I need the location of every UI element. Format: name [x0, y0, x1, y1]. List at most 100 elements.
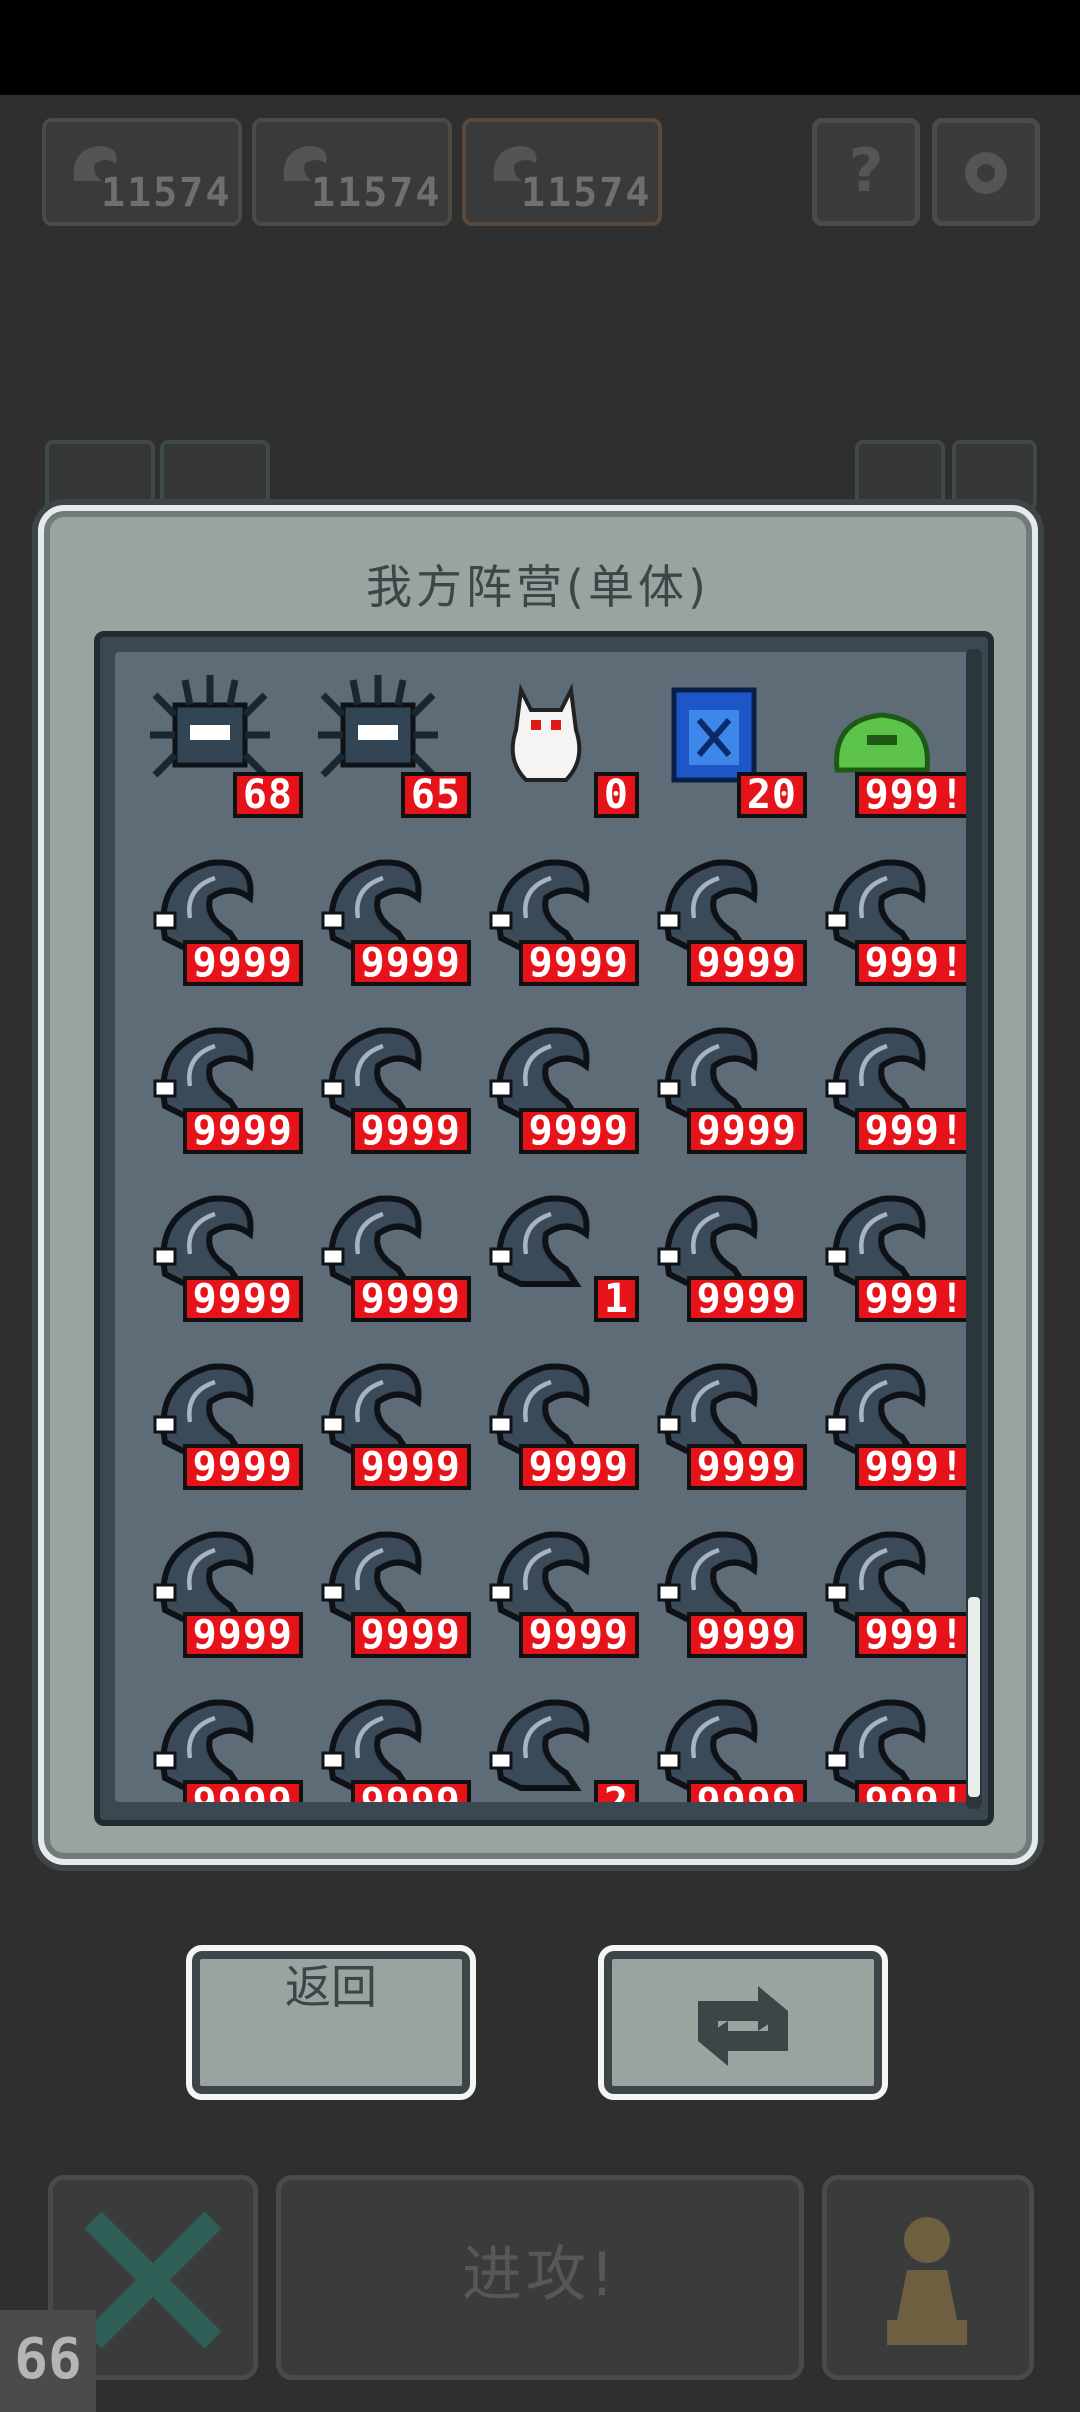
unit-slot[interactable]: 999!: [807, 1334, 971, 1502]
unit-slot[interactable]: 1: [471, 1166, 639, 1334]
unit-slot[interactable]: 9999: [135, 1166, 303, 1334]
refresh-button[interactable]: [598, 1945, 888, 2100]
bg-slot: [952, 440, 1037, 510]
unit-slot[interactable]: 9999: [471, 830, 639, 998]
unit-count-badge: 9999: [182, 1108, 303, 1154]
unit-slot[interactable]: 0: [471, 662, 639, 830]
unit-count-badge: 9999: [350, 1780, 471, 1802]
back-button[interactable]: 返回: [186, 1945, 476, 2100]
unit-count-badge: 9999: [182, 1444, 303, 1490]
unit-count-badge: 9999: [686, 940, 807, 986]
unit-slot[interactable]: 9999: [303, 1166, 471, 1334]
unit-count-badge: 999!: [854, 940, 971, 986]
unit-count-badge: 9999: [518, 1108, 639, 1154]
unit-count-badge: 9999: [518, 1444, 639, 1490]
bg-slot: [855, 440, 945, 510]
unit-count-badge: 9999: [350, 1612, 471, 1658]
unit-count-badge: 68: [232, 772, 303, 818]
unit-count-badge: 65: [400, 772, 471, 818]
unit-count-badge: 9999: [686, 1612, 807, 1658]
unit-slot[interactable]: 9999: [135, 830, 303, 998]
unit-slot[interactable]: 9999: [303, 830, 471, 998]
unit-count-badge: 20: [736, 772, 807, 818]
unit-panel: 68 65 0 20 999! 9999 9999 9999 9999 999! 9999 9999 9…: [94, 631, 994, 1826]
unit-count-badge: 9999: [686, 1780, 807, 1802]
unit-count-badge: 999!: [854, 1276, 971, 1322]
unit-slot[interactable]: 9999: [639, 998, 807, 1166]
unit-count-badge: 999!: [854, 1108, 971, 1154]
unit-slot[interactable]: 9999: [303, 1670, 471, 1802]
unit-slot[interactable]: 9999: [471, 1334, 639, 1502]
unit-slot[interactable]: 9999: [135, 1502, 303, 1670]
unit-count-badge: 9999: [182, 1780, 303, 1802]
army-modal: 我方阵营(单体) 68 65 0 20 999! 9999 9999 9999 9999 999!…: [38, 505, 1038, 1865]
settings-button[interactable]: [932, 118, 1040, 226]
unit-slot[interactable]: 999!: [807, 1670, 971, 1802]
bg-slot: [160, 440, 270, 510]
unit-slot[interactable]: 9999: [639, 1670, 807, 1802]
currency-counter-1: 11574: [42, 118, 242, 226]
currency-value: 11574: [101, 170, 232, 216]
unit-count-badge: 9999: [350, 1444, 471, 1490]
unit-slot[interactable]: 9999: [135, 1670, 303, 1802]
scrollbar-thumb[interactable]: [968, 1597, 980, 1797]
shark-icon: [489, 1699, 590, 1791]
unit-slot[interactable]: 999!: [807, 1166, 971, 1334]
gear-icon: [965, 152, 1007, 194]
unit-count-badge: 9999: [518, 940, 639, 986]
unit-slot[interactable]: 20: [639, 662, 807, 830]
unit-count-badge: 999!: [854, 1444, 971, 1490]
currency-counter-2: 11574: [252, 118, 452, 226]
pawn-icon: [887, 2217, 967, 2345]
unit-grid[interactable]: 68 65 0 20 999! 9999 9999 9999 9999 999! 9999 9999 9…: [115, 652, 971, 1802]
unit-count-badge: 999!: [854, 772, 971, 818]
cross-icon: [84, 2211, 222, 2349]
unit-count-badge: 9999: [350, 1276, 471, 1322]
unit-count-badge: 9999: [182, 1276, 303, 1322]
unit-count-badge: 1: [593, 1276, 639, 1322]
modal-title: 我方阵营(单体): [366, 560, 710, 614]
unit-count-badge: 9999: [686, 1108, 807, 1154]
currency-counter-3: 11574: [462, 118, 662, 226]
unit-slot[interactable]: 68: [135, 662, 303, 830]
unit-slot[interactable]: 999!: [807, 998, 971, 1166]
unit-slot[interactable]: 9999: [639, 1166, 807, 1334]
attack-button[interactable]: 进攻!: [276, 2175, 804, 2380]
currency-value: 11574: [311, 170, 442, 216]
refresh-icon: [698, 1986, 788, 2066]
unit-slot[interactable]: 999!: [807, 662, 971, 830]
unit-slot[interactable]: 65: [303, 662, 471, 830]
shark-icon: [489, 1195, 590, 1287]
currency-value: 11574: [521, 170, 652, 216]
unit-slot[interactable]: 9999: [471, 1502, 639, 1670]
unit-slot[interactable]: 9999: [639, 1502, 807, 1670]
unit-slot[interactable]: 9999: [639, 1334, 807, 1502]
unit-slot[interactable]: 9999: [303, 1334, 471, 1502]
unit-slot[interactable]: 9999: [303, 1502, 471, 1670]
ghost-icon: [510, 683, 582, 782]
unit-count-badge: 9999: [350, 1108, 471, 1154]
unit-count-badge: 0: [593, 772, 639, 818]
unit-count-badge: 999!: [854, 1780, 971, 1802]
unit-count-badge: 9999: [518, 1612, 639, 1658]
help-button[interactable]: ?: [812, 118, 920, 226]
unit-count-badge: 9999: [686, 1276, 807, 1322]
unit-slot[interactable]: 9999: [639, 830, 807, 998]
unit-slot[interactable]: 9999: [135, 998, 303, 1166]
unit-count-badge: 2: [593, 1780, 639, 1802]
unit-slot[interactable]: 9999: [471, 998, 639, 1166]
status-bar: [0, 0, 1080, 95]
pawn-button[interactable]: [822, 2175, 1034, 2380]
unit-count-badge: 9999: [686, 1444, 807, 1490]
unit-slot[interactable]: 999!: [807, 1502, 971, 1670]
unit-count-badge: 9999: [182, 1612, 303, 1658]
unit-slot[interactable]: 9999: [135, 1334, 303, 1502]
unit-slot[interactable]: 2: [471, 1670, 639, 1802]
unit-count-badge: 9999: [182, 940, 303, 986]
unit-count-badge: 999!: [854, 1612, 971, 1658]
bg-slot: [45, 440, 155, 510]
unit-count-badge: 9999: [350, 940, 471, 986]
unit-slot[interactable]: 9999: [303, 998, 471, 1166]
unit-slot[interactable]: 999!: [807, 830, 971, 998]
fps-counter: 66: [0, 2310, 96, 2412]
